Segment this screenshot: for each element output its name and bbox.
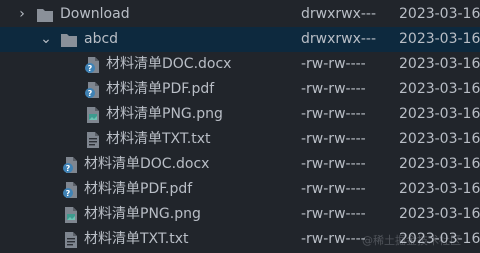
unknown-document-icon: ? — [62, 181, 80, 199]
text-file-icon — [62, 231, 80, 249]
tree-row-name: 材料清单PDF.pdf — [106, 81, 215, 97]
tree-row-download[interactable]: › Download drwxrwx--- 2023-03-16 — [0, 2, 480, 27]
tree-row-file[interactable]: 材料清单TXT.txt -rw-rw---- 2023-03-16 — [0, 127, 480, 152]
tree-row-date: 2023-03-16 — [399, 31, 480, 47]
text-file-icon — [84, 131, 102, 149]
tree-row-permissions: -rw-rw---- — [301, 81, 366, 97]
tree-row-date: 2023-03-16 — [399, 81, 480, 97]
svg-text:?: ? — [88, 64, 93, 73]
folder-icon — [36, 6, 54, 24]
tree-row-file[interactable]: ? 材料清单DOC.docx -rw-rw---- 2023-03-16 — [0, 152, 480, 177]
tree-row-date: 2023-03-16 — [399, 131, 480, 147]
tree-row-date: 2023-03-16 — [399, 106, 480, 122]
tree-row-permissions: -rw-rw---- — [301, 231, 366, 247]
tree-row-file[interactable]: ? 材料清单DOC.docx -rw-rw---- 2023-03-16 — [0, 52, 480, 77]
tree-row-file[interactable]: ? 材料清单PDF.pdf -rw-rw---- 2023-03-16 — [0, 177, 480, 202]
tree-row-file[interactable]: ? 材料清单PDF.pdf -rw-rw---- 2023-03-16 — [0, 77, 480, 102]
svg-text:?: ? — [66, 164, 71, 173]
tree-row-name: abcd — [84, 31, 119, 47]
tree-row-permissions: -rw-rw---- — [301, 206, 366, 222]
tree-row-permissions: drwxrwx--- — [301, 6, 377, 22]
chevron-right-icon[interactable]: › — [14, 2, 30, 27]
unknown-document-icon: ? — [84, 81, 102, 99]
tree-row-name: 材料清单TXT.txt — [106, 131, 211, 147]
tree-row-file[interactable]: 材料清单TXT.txt -rw-rw---- 2023-03-16 — [0, 227, 480, 252]
svg-text:?: ? — [88, 89, 93, 98]
tree-row-date: 2023-03-16 — [399, 181, 480, 197]
tree-row-name: 材料清单PNG.png — [84, 206, 201, 222]
tree-row-name: 材料清单DOC.docx — [106, 56, 232, 72]
tree-row-name: 材料清单DOC.docx — [84, 156, 210, 172]
tree-row-date: 2023-03-16 — [399, 56, 480, 72]
image-file-icon — [62, 206, 80, 224]
tree-row-permissions: -rw-rw---- — [301, 131, 366, 147]
folder-icon — [60, 31, 78, 49]
tree-row-permissions: -rw-rw---- — [301, 106, 366, 122]
tree-row-date: 2023-03-16 — [399, 6, 480, 22]
svg-text:?: ? — [66, 189, 71, 198]
tree-row-permissions: -rw-rw---- — [301, 56, 366, 72]
tree-row-date: 2023-03-16 — [399, 156, 480, 172]
tree-row-date: 2023-03-16 — [399, 231, 480, 247]
tree-row-permissions: -rw-rw---- — [301, 156, 366, 172]
tree-row-date: 2023-03-16 — [399, 206, 480, 222]
chevron-down-icon[interactable]: ⌄ — [38, 27, 54, 52]
tree-row-name: 材料清单PNG.png — [106, 106, 223, 122]
unknown-document-icon: ? — [62, 156, 80, 174]
tree-row-name: 材料清单TXT.txt — [84, 231, 189, 247]
tree-row-file[interactable]: 材料清单PNG.png -rw-rw---- 2023-03-16 — [0, 202, 480, 227]
file-tree: › Download drwxrwx--- 2023-03-16 ⌄ abcd … — [0, 0, 480, 253]
tree-row-abcd[interactable]: ⌄ abcd drwxrwx--- 2023-03-16 — [0, 27, 480, 52]
tree-row-permissions: drwxrwx--- — [301, 31, 377, 47]
image-file-icon — [84, 106, 102, 124]
tree-row-permissions: -rw-rw---- — [301, 181, 366, 197]
tree-row-name: Download — [60, 6, 130, 22]
unknown-document-icon: ? — [84, 56, 102, 74]
tree-row-name: 材料清单PDF.pdf — [84, 181, 193, 197]
tree-row-file[interactable]: 材料清单PNG.png -rw-rw---- 2023-03-16 — [0, 102, 480, 127]
